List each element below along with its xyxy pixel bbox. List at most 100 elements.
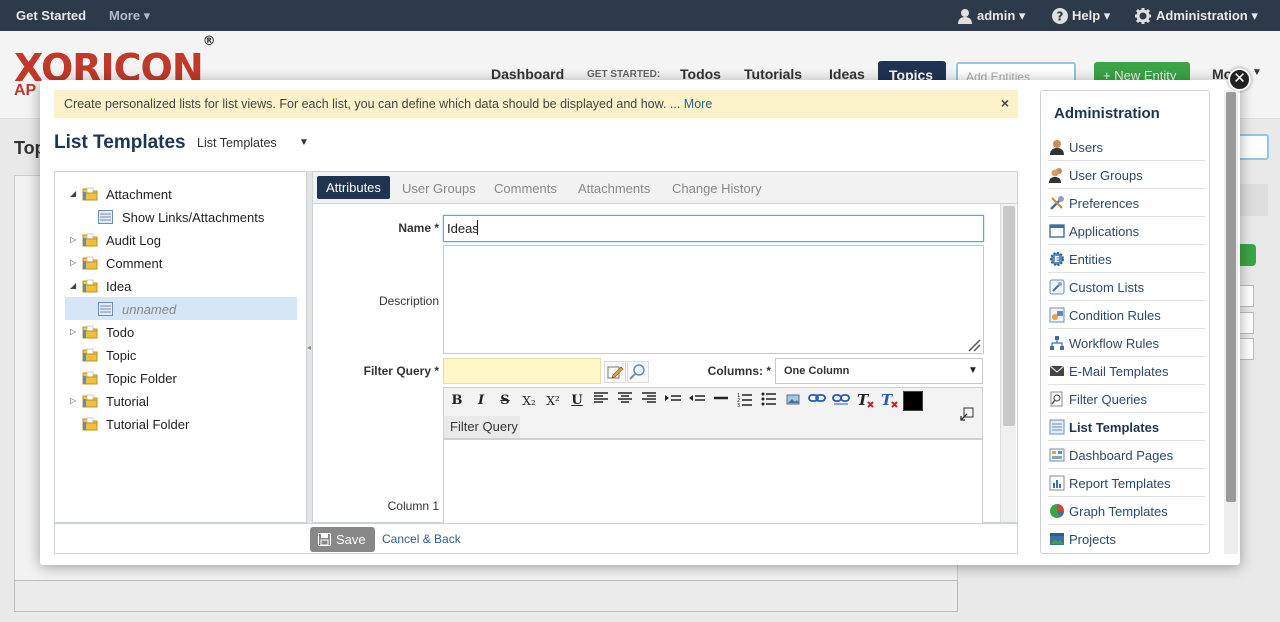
tree-node-label: Topic [106, 348, 137, 363]
sidebar-scrollbar[interactable] [1224, 90, 1238, 554]
save-button[interactable]: Save [310, 527, 375, 552]
gear-icon [1135, 8, 1151, 27]
align-right-icon[interactable] [639, 391, 659, 411]
folder-icon [82, 348, 98, 362]
sidebar-item-custom-lists[interactable]: Custom Lists [1048, 273, 1205, 301]
sidebar-item-projects[interactable]: Projects [1048, 525, 1205, 553]
notice-more-link[interactable]: More [684, 97, 712, 111]
list-icon [98, 210, 114, 224]
sidebar-item-entities[interactable]: E Entities [1048, 245, 1205, 273]
sidebar-item-label: Users [1069, 140, 1103, 155]
folder-icon [82, 417, 98, 431]
sidebar-item-label: Preferences [1069, 196, 1140, 211]
tab-user-groups[interactable]: User Groups [402, 181, 476, 196]
sidebar-item-label: List Templates [1069, 420, 1160, 435]
sidebar-item-report-templates[interactable]: Report Templates [1048, 469, 1205, 497]
filter-query-input[interactable] [443, 358, 601, 384]
expander-icon[interactable]: ◢ [70, 281, 76, 290]
notice-close-icon[interactable]: × [1001, 95, 1009, 111]
cancel-back-link[interactable]: Cancel & Back [382, 532, 461, 546]
expander-icon[interactable]: ▷ [70, 235, 76, 244]
description-label: Description [378, 294, 439, 308]
bullet-list-icon[interactable] [759, 391, 779, 411]
background-select [1238, 338, 1254, 360]
chevron-down-icon[interactable]: ▼ [968, 365, 978, 376]
sidebar-item-graph-templates[interactable]: Graph Templates [1048, 497, 1205, 525]
sidebar-item-user-groups[interactable]: User Groups [1048, 161, 1205, 189]
user-groups-icon [1049, 167, 1065, 183]
sidebar-item-e-mail-templates[interactable]: E-Mail Templates [1048, 357, 1205, 385]
administration-menu[interactable]: Administration ▾ [1156, 8, 1258, 24]
sidebar-item-label: Custom Lists [1069, 280, 1145, 295]
form-scrollbar[interactable] [1000, 204, 1016, 522]
subscript-button[interactable]: X₂ [519, 391, 539, 411]
bold-button[interactable]: B [447, 391, 467, 411]
expander-icon[interactable]: ▷ [70, 396, 76, 405]
template-selector[interactable]: List Templates [197, 136, 277, 150]
link-icon[interactable] [807, 391, 827, 411]
horizontal-rule-icon[interactable] [711, 391, 731, 411]
folder-icon [82, 394, 98, 408]
image-icon[interactable] [783, 391, 803, 411]
more-menu[interactable]: More ▾ [109, 8, 150, 24]
sidebar-title: Administration [1054, 105, 1160, 122]
tab-attributes[interactable]: Attributes [317, 176, 390, 199]
unlink-icon[interactable] [831, 391, 851, 411]
name-input[interactable] [443, 215, 984, 242]
editor-tab-filter-query[interactable]: Filter Query [444, 416, 520, 438]
get-started-link[interactable]: Get Started [16, 8, 86, 23]
sidebar-item-label: Projects [1069, 532, 1116, 547]
filter-query-label: Filter Query * [363, 364, 439, 378]
chevron-down-icon[interactable]: ▼ [299, 137, 309, 148]
sidebar-item-users[interactable]: Users [1048, 133, 1205, 161]
expander-icon[interactable]: ▷ [70, 327, 76, 336]
help-menu[interactable]: Help ▾ [1072, 8, 1110, 24]
expander-icon[interactable]: ◢ [70, 189, 76, 198]
sidebar-item-workflow-rules[interactable]: Workflow Rules [1048, 329, 1205, 357]
superscript-button[interactable]: X² [543, 391, 563, 411]
outdent-icon[interactable] [687, 391, 707, 411]
resize-handle-icon[interactable] [967, 338, 981, 355]
italic-button[interactable]: I [471, 391, 491, 411]
email-templates-icon [1049, 363, 1065, 378]
custom-lists-icon [1049, 279, 1065, 295]
info-notice: Create personalized lists for list views… [54, 90, 1018, 118]
column1-editor[interactable] [443, 439, 983, 523]
sidebar-item-preferences[interactable]: Preferences [1048, 189, 1205, 217]
folder-icon [82, 371, 98, 385]
description-textarea[interactable] [443, 245, 984, 354]
tree-node-label: Comment [106, 256, 163, 271]
clear-styles-icon[interactable]: T [879, 391, 899, 411]
expander-icon[interactable]: ▷ [70, 258, 76, 267]
remove-format-icon[interactable]: T [855, 391, 875, 411]
tab-change-history[interactable]: Change History [672, 181, 762, 196]
align-left-icon[interactable] [591, 391, 611, 411]
edit-query-icon[interactable] [604, 361, 626, 383]
folder-icon [82, 279, 98, 293]
maximize-editor-icon[interactable] [960, 407, 974, 424]
sidebar-item-applications[interactable]: Applications [1048, 217, 1205, 245]
sidebar-item-label: User Groups [1069, 168, 1143, 183]
save-label: Save [336, 532, 366, 547]
sidebar-item-list-templates[interactable]: List Templates [1048, 413, 1205, 441]
sidebar-item-filter-queries[interactable]: Filter Queries [1048, 385, 1205, 413]
name-label: Name * [398, 221, 439, 235]
column1-label: Column 1 [387, 499, 439, 513]
tree-node-label: Todo [106, 325, 135, 340]
sidebar-item-condition-rules[interactable]: Condition Rules [1048, 301, 1205, 329]
sidebar-item-label: Entities [1069, 252, 1112, 267]
tab-attachments[interactable]: Attachments [578, 181, 650, 196]
numbered-list-icon[interactable]: 123 [735, 391, 755, 411]
tree-node-label: Audit Log [106, 233, 161, 248]
search-query-icon[interactable] [627, 361, 649, 383]
sidebar-item-dashboard-pages[interactable]: Dashboard Pages [1048, 441, 1205, 469]
strikethrough-button[interactable]: S [495, 391, 515, 411]
underline-button[interactable]: U [567, 391, 587, 411]
tab-comments[interactable]: Comments [494, 181, 557, 196]
text-color-swatch[interactable] [903, 391, 923, 411]
sidebar-item-label: E-Mail Templates [1069, 364, 1169, 379]
close-dialog-button[interactable]: ✕ [1228, 68, 1251, 91]
indent-icon[interactable] [663, 391, 683, 411]
user-menu[interactable]: admin ▾ [977, 8, 1025, 24]
align-center-icon[interactable] [615, 391, 635, 411]
